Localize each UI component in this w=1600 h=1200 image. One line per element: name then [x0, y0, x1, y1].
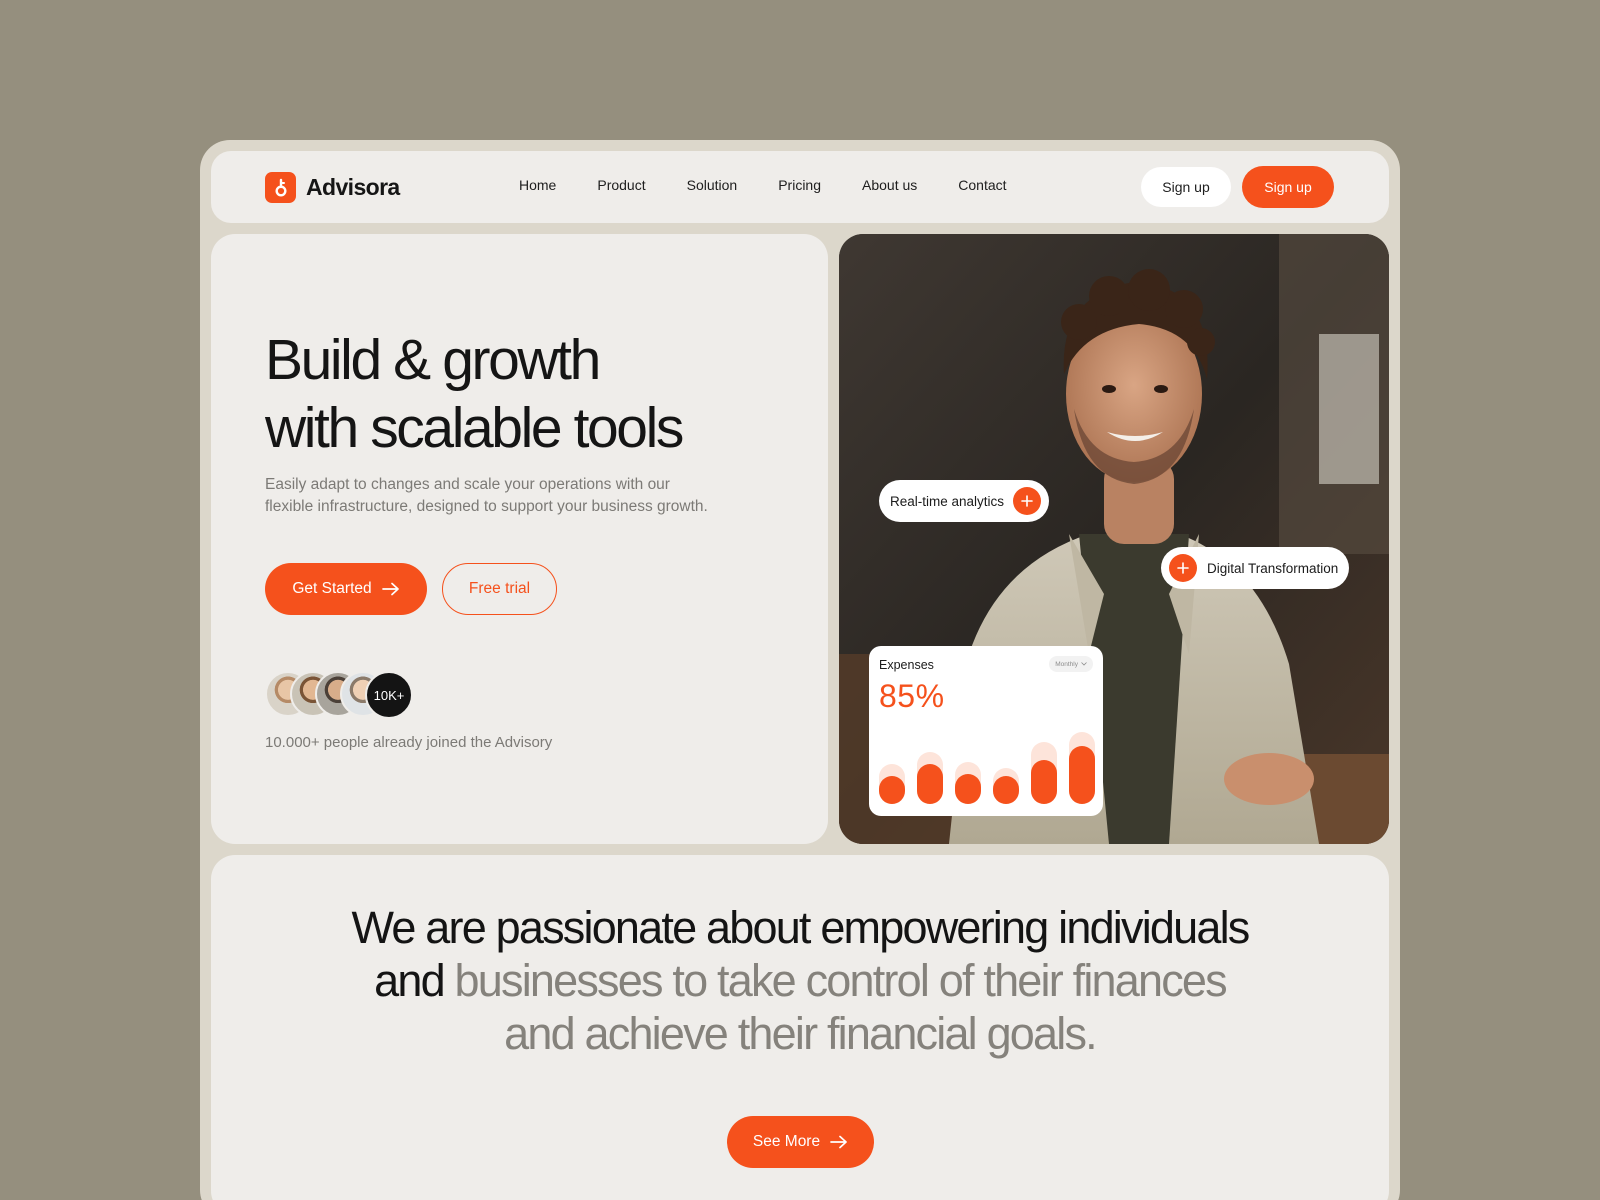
expenses-bar-chart — [879, 732, 1095, 804]
see-more-button[interactable]: See More — [727, 1116, 874, 1168]
hero-description-line1: Easily adapt to changes and scale your o… — [265, 476, 670, 493]
hero-title-line1: Build & growth — [265, 328, 601, 392]
mission-text-grey-2: and achieve their financial goals. — [504, 1008, 1098, 1059]
expenses-bar — [917, 764, 943, 804]
hero-card: Build & growth with scalable tools Easil… — [211, 234, 828, 844]
expenses-bar — [955, 774, 981, 804]
joined-text: 10.000+ people already joined the Adviso… — [265, 734, 553, 751]
signup-ghost-button[interactable]: Sign up — [1141, 167, 1231, 207]
brand-logo[interactable]: Advisora — [265, 172, 400, 203]
nav-links: Home Product Solution Pricing About us C… — [519, 177, 1048, 193]
expenses-card: Expenses Monthly 85% — [869, 646, 1103, 816]
logo-icon — [265, 172, 296, 203]
chip-digital-transformation[interactable]: Digital Transformation — [1161, 547, 1350, 589]
top-navbar: Advisora Home Product Solution Pricing A… — [211, 151, 1389, 223]
brand-name: Advisora — [306, 174, 400, 200]
expenses-bar — [879, 776, 905, 804]
plus-icon[interactable] — [1169, 554, 1197, 582]
get-started-label: Get Started — [292, 580, 372, 597]
hero-description: Easily adapt to changes and scale your o… — [265, 474, 745, 518]
hero-title: Build & growth with scalable tools — [265, 326, 785, 462]
expenses-bar — [1031, 760, 1057, 804]
mission-statement: We are passionate about empowering indiv… — [211, 901, 1389, 1060]
mission-text-grey-1: businesses to take control of their fina… — [454, 955, 1228, 1006]
hero-photo: Real-time analytics Digital Transformati… — [839, 234, 1389, 844]
nav-home[interactable]: Home — [519, 177, 556, 193]
see-more-label: See More — [752, 1133, 821, 1150]
avatar-count-badge: 10K+ — [365, 671, 413, 719]
chip-digital-transformation-label: Digital Transformation — [1207, 560, 1339, 576]
nav-about-us[interactable]: About us — [862, 177, 917, 193]
nav-pricing[interactable]: Pricing — [778, 177, 821, 193]
hero-description-line2: flexible infrastructure, designed to sup… — [265, 498, 708, 515]
plus-icon[interactable] — [1013, 487, 1042, 515]
mission-section: We are passionate about empowering indiv… — [211, 855, 1389, 1200]
chip-real-time-analytics[interactable]: Real-time analytics — [879, 480, 1050, 522]
arrow-right-icon — [381, 582, 399, 596]
nav-solution[interactable]: Solution — [687, 177, 738, 193]
nav-contact[interactable]: Contact — [958, 177, 1006, 193]
get-started-button[interactable]: Get Started — [265, 563, 427, 615]
expenses-bar — [1069, 746, 1095, 804]
signup-primary-button[interactable]: Sign up — [1242, 166, 1334, 208]
arrow-right-icon — [830, 1135, 847, 1149]
avatar-group: 10K+ — [265, 671, 425, 719]
free-trial-button[interactable]: Free trial — [442, 563, 557, 615]
chip-real-time-analytics-label: Real-time analytics — [890, 493, 1005, 509]
mission-text-dark-2: and — [374, 955, 445, 1006]
mission-text-dark-1: We are passionate about empowering indiv… — [351, 902, 1251, 953]
hero-title-line2: with scalable tools — [265, 396, 684, 460]
expenses-bar — [993, 776, 1019, 804]
nav-product[interactable]: Product — [597, 177, 645, 193]
